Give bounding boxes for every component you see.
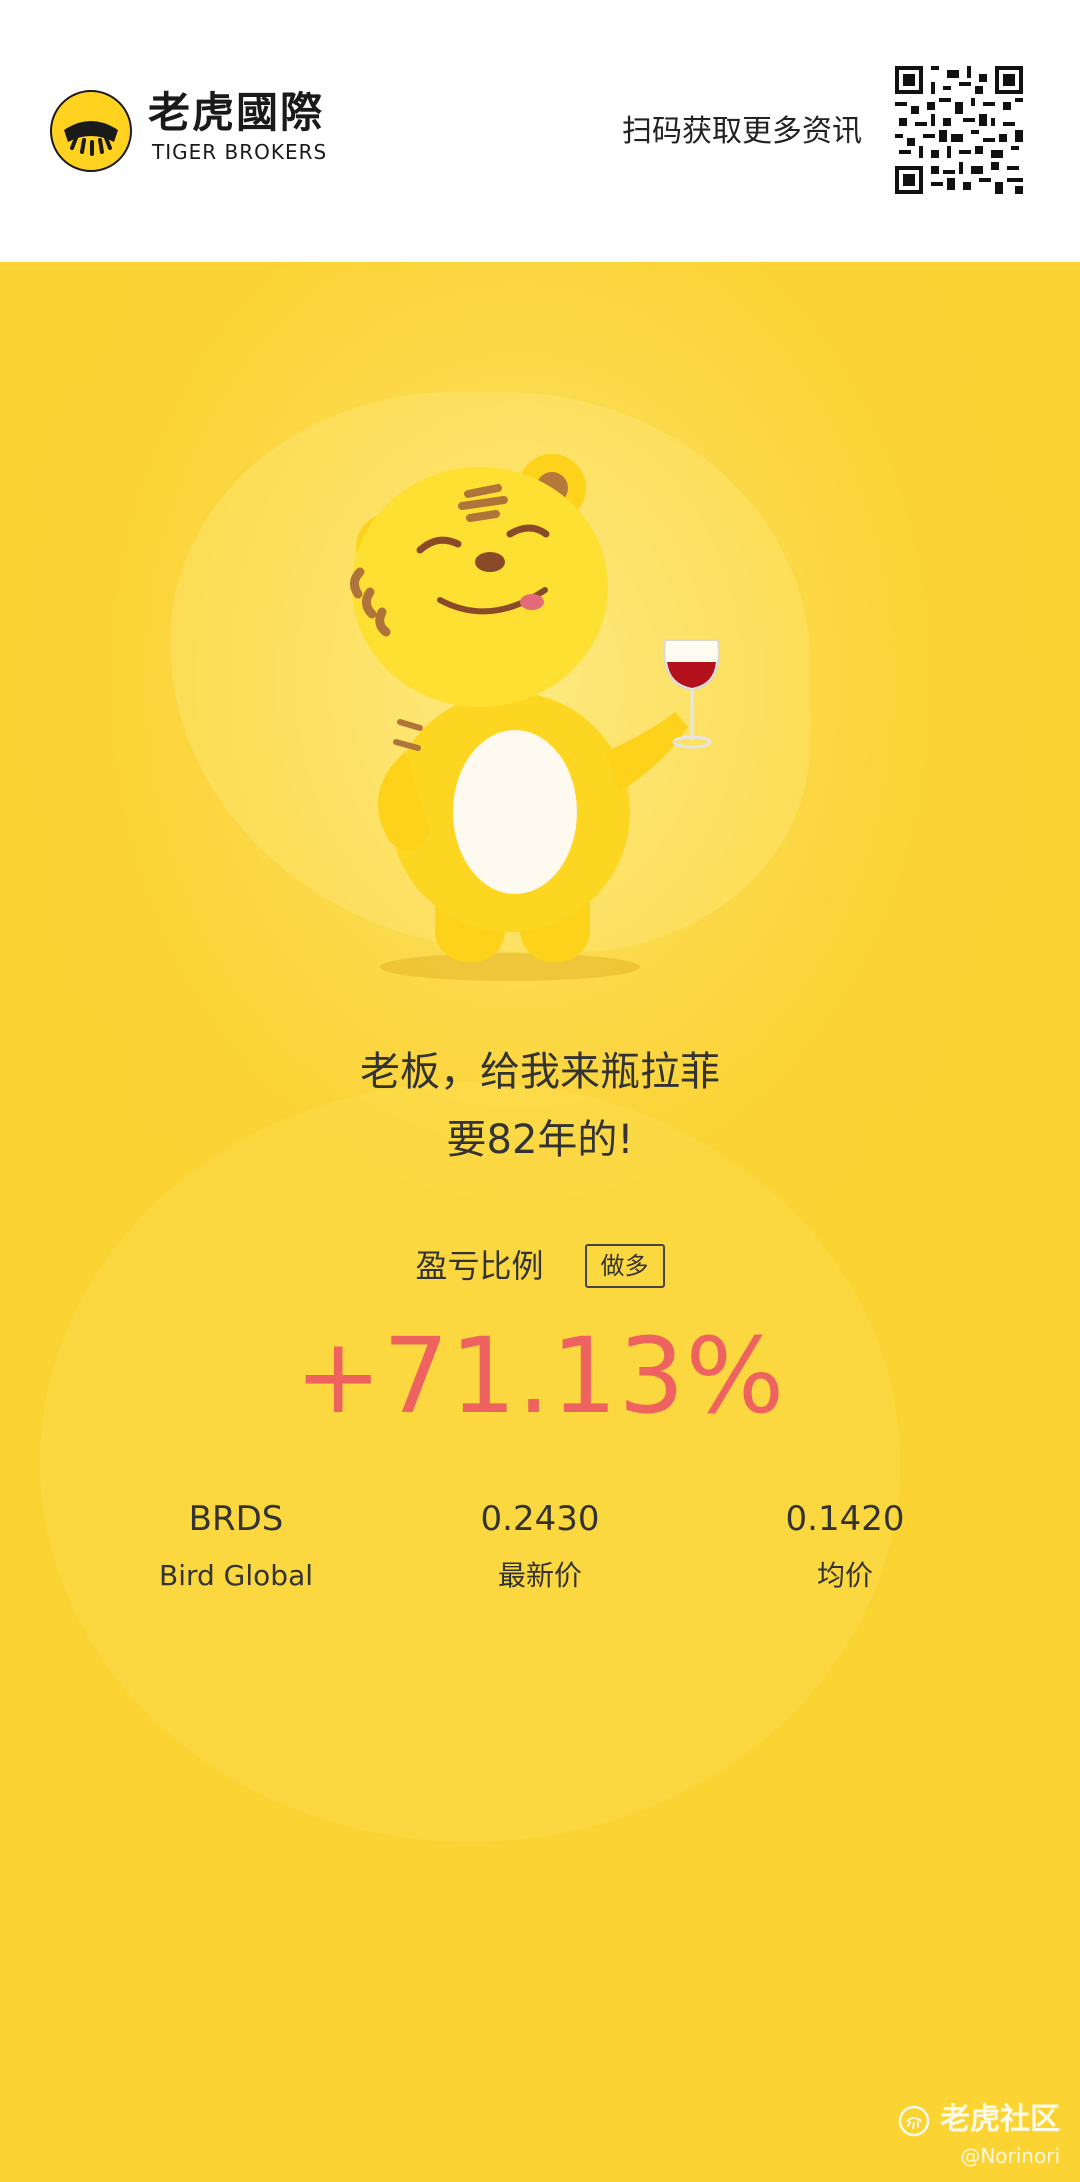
mascot-quote: 老板，给我来瓶拉菲 要82年的! bbox=[0, 1038, 1080, 1174]
watermark-brand: 老虎社区 bbox=[940, 2102, 1060, 2137]
stat-average-price: 0.1420 均价 bbox=[685, 1494, 1005, 1596]
profit-ratio-header: 盈亏比例 做多 bbox=[0, 1244, 1080, 1288]
stock-name: Bird Global bbox=[159, 1559, 313, 1592]
quote-line: 要82年的! bbox=[446, 1117, 634, 1163]
share-card: 老板，给我来瓶拉菲 要82年的! 盈亏比例 做多 +71.13% BRDS Bi… bbox=[0, 262, 1080, 2182]
stock-stats: BRDS Bird Global 0.2430 最新价 0.1420 均价 bbox=[0, 1494, 1080, 1614]
tiger-community-icon bbox=[898, 2105, 930, 2136]
header: 老虎國際 TIGER BROKERS 扫码获取更多资讯 bbox=[0, 0, 1080, 262]
position-direction-badge: 做多 bbox=[584, 1244, 665, 1288]
latest-price-value: 0.2430 bbox=[480, 1499, 600, 1539]
profit-ratio-label: 盈亏比例 bbox=[415, 1247, 544, 1285]
quote-line: 老板，给我来瓶拉菲 bbox=[360, 1049, 720, 1095]
stock-symbol: BRDS bbox=[188, 1499, 284, 1539]
average-price-label: 均价 bbox=[816, 1559, 873, 1592]
stat-latest-price: 0.2430 最新价 bbox=[380, 1494, 700, 1596]
watermark-brand-line: 老虎社区 bbox=[898, 2100, 1060, 2140]
profit-ratio-value: +71.13% bbox=[294, 1315, 786, 1437]
brand-name-cn: 老虎國際 bbox=[148, 88, 325, 137]
tiger-logo-icon bbox=[50, 90, 132, 172]
tiger-mascot-illustration bbox=[350, 454, 720, 981]
stat-symbol: BRDS Bird Global bbox=[76, 1494, 396, 1596]
watermark-username: @Norinori bbox=[960, 2144, 1060, 2168]
scan-prompt: 扫码获取更多资讯 bbox=[622, 114, 862, 149]
latest-price-label: 最新价 bbox=[497, 1559, 582, 1592]
community-watermark: 老虎社区 @Norinori bbox=[898, 2100, 1060, 2170]
average-price-value: 0.1420 bbox=[785, 1499, 905, 1539]
background-shape bbox=[40, 1082, 900, 1842]
qr-code-icon[interactable] bbox=[895, 66, 1023, 194]
brand-name-en: TIGER BROKERS bbox=[152, 140, 328, 164]
